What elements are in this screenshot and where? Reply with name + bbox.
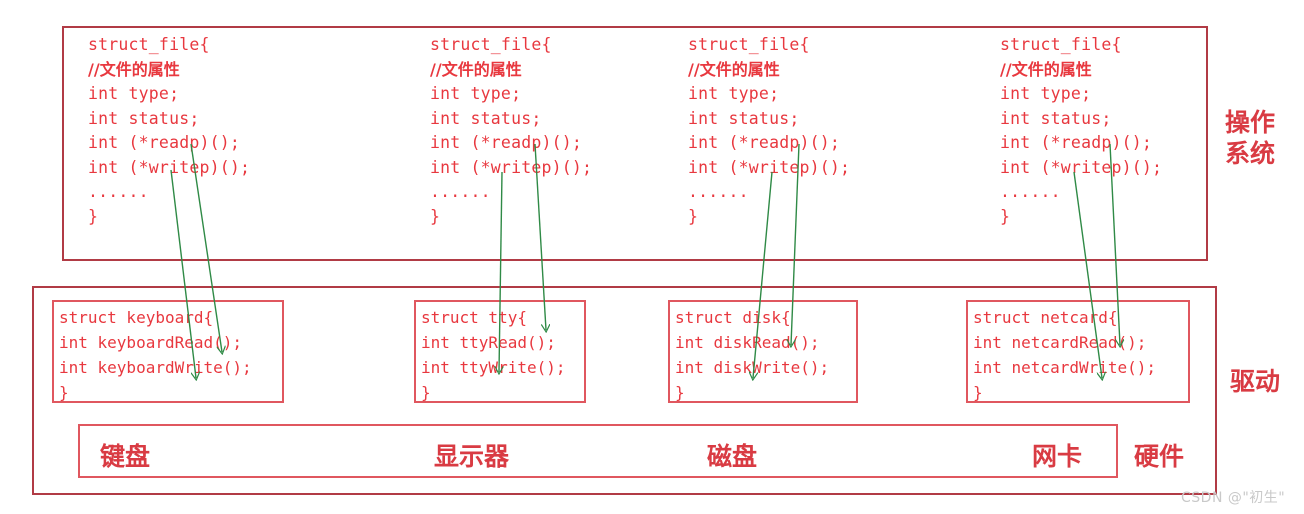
code-line: ...... (88, 182, 149, 201)
code-line: //文件的属性 (1000, 59, 1092, 79)
code-line: int netcardWrite(); (973, 358, 1157, 377)
code-line: } (59, 383, 69, 402)
code-line: int type; (88, 84, 180, 103)
driver-block-netcard: struct netcard{ int netcardRead(); int n… (973, 305, 1156, 405)
os-block-1: struct_file{ //文件的属性 int type; int statu… (430, 33, 592, 229)
code-line: int netcardRead(); (973, 333, 1147, 352)
code-line: int (*readp)(); (88, 133, 241, 152)
code-line: int status; (688, 108, 800, 128)
code-line: int diskRead(); (675, 333, 820, 352)
code-line: int (*writep)(); (1000, 157, 1163, 177)
code-line: int status; (88, 108, 200, 128)
code-line: int keyboardWrite(); (59, 358, 252, 377)
code-line: struct_file{ (88, 35, 210, 54)
os-layer-label: 操作 系统 (1224, 108, 1275, 168)
hardware-strip-panel (78, 424, 1118, 478)
code-line: } (88, 206, 99, 226)
code-line: int (*writep)(); (430, 157, 593, 177)
code-line: //文件的属性 (88, 59, 180, 79)
code-line: ...... (688, 182, 749, 201)
code-line: struct keyboard{ (59, 308, 214, 327)
code-line: } (675, 383, 685, 402)
hardware-item-netcard: 网卡 (1032, 442, 1083, 471)
code-line: int type; (1000, 84, 1092, 103)
os-block-2: struct_file{ //文件的属性 int type; int statu… (688, 33, 850, 229)
code-line: int (*writep)(); (688, 157, 851, 177)
code-line: int (*readp)(); (430, 133, 583, 152)
code-line: struct_file{ (1000, 35, 1122, 54)
os-block-0: struct_file{ //文件的属性 int type; int statu… (88, 33, 250, 229)
code-line: //文件的属性 (688, 59, 780, 79)
code-line: struct netcard{ (973, 308, 1118, 327)
code-line: } (1000, 206, 1011, 226)
code-line: struct disk{ (675, 308, 791, 327)
code-line: } (430, 206, 441, 226)
code-line: } (421, 383, 431, 402)
hardware-layer-label: 硬件 (1134, 442, 1185, 471)
code-line: //文件的属性 (430, 59, 522, 79)
code-line: int (*readp)(); (688, 133, 841, 152)
code-line: int type; (688, 84, 780, 103)
hardware-item-disk: 磁盘 (707, 442, 758, 471)
hardware-item-display: 显示器 (434, 442, 510, 471)
code-line: int status; (1000, 108, 1112, 128)
code-line: int diskWrite(); (675, 358, 830, 377)
code-line: struct_file{ (688, 35, 810, 54)
code-line: int type; (430, 84, 522, 103)
code-line: int status; (430, 108, 542, 128)
code-line: int (*writep)(); (88, 157, 251, 177)
driver-block-keyboard: struct keyboard{ int keyboardRead(); int… (59, 305, 252, 405)
driver-block-tty: struct tty{ int ttyRead(); int ttyWrite(… (421, 305, 566, 405)
hardware-item-keyboard: 键盘 (100, 442, 151, 471)
code-line: int ttyWrite(); (421, 358, 566, 377)
csdn-watermark: CSDN @"初生" (1181, 490, 1286, 506)
driver-layer-label: 驱动 (1229, 367, 1280, 396)
code-line: struct_file{ (430, 35, 552, 54)
code-line: } (688, 206, 699, 226)
diagram-canvas: struct_file{ //文件的属性 int type; int statu… (0, 0, 1304, 514)
code-line: ...... (430, 182, 491, 201)
code-line: } (973, 383, 983, 402)
os-block-3: struct_file{ //文件的属性 int type; int statu… (1000, 33, 1162, 229)
driver-block-disk: struct disk{ int diskRead(); int diskWri… (675, 305, 829, 405)
code-line: int keyboardRead(); (59, 333, 243, 352)
code-line: int (*readp)(); (1000, 133, 1153, 152)
code-line: struct tty{ (421, 308, 527, 327)
code-line: int ttyRead(); (421, 333, 556, 352)
code-line: ...... (1000, 182, 1061, 201)
